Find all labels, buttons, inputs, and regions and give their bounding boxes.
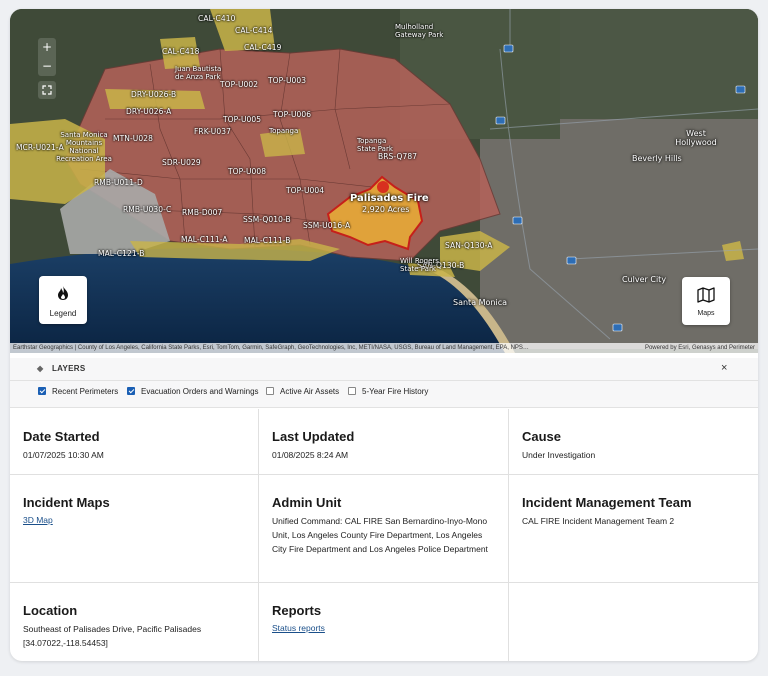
- detail-heading: Last Updated: [272, 429, 355, 444]
- zone-label: SAN-Q130-A: [445, 241, 493, 250]
- layers-header[interactable]: ◆ LAYERS: [37, 364, 86, 373]
- zone-label: MTN-U028: [113, 134, 153, 143]
- detail-heading: Incident Maps: [23, 495, 110, 510]
- fire-map[interactable]: CAL-C410 CAL-C414 CAL-C419 CAL-C418 DRY-…: [10, 9, 758, 353]
- checkbox[interactable]: [127, 387, 135, 395]
- detail-value: CAL FIRE Incident Management Team 2: [522, 516, 675, 526]
- detail-value: 01/07/2025 10:30 AM: [23, 450, 104, 460]
- fire-name-label[interactable]: Palisades Fire: [350, 193, 429, 204]
- maps-button[interactable]: Maps: [682, 277, 730, 325]
- zone-label: SSM-Q010-B: [243, 215, 291, 224]
- zone-label: MAL-C111-B: [244, 236, 291, 245]
- zone-label: MAL-C111-A: [181, 235, 228, 244]
- divider: [10, 380, 758, 381]
- zone-label: CAL-C410: [198, 14, 236, 23]
- expand-icon: [42, 85, 52, 95]
- zone-label: TOP-U002: [220, 80, 259, 89]
- detail-admin-unit: Admin Unit Unified Command: CAL FIRE San…: [259, 475, 509, 583]
- zone-label: BRS-Q787: [378, 152, 418, 161]
- zone-label: CAL-C414: [235, 26, 273, 35]
- detail-heading: Date Started: [23, 429, 100, 444]
- zone-label: RMB-U030-C: [123, 205, 172, 214]
- detail-date-started: Date Started 01/07/2025 10:30 AM: [10, 409, 259, 475]
- zone-label: TOP-U003: [268, 76, 307, 85]
- incident-card: CAL-C410 CAL-C414 CAL-C419 CAL-C418 DRY-…: [10, 9, 758, 661]
- zone-label: SDR-U029: [162, 158, 201, 167]
- zone-label: CAL-C419: [244, 43, 282, 52]
- 3d-map-link[interactable]: 3D Map: [23, 515, 53, 525]
- zone-label: TOP-U008: [228, 167, 267, 176]
- zoom-control: + −: [38, 38, 56, 76]
- place-label: Will Rogers State Park: [400, 257, 439, 273]
- place-label: Mulholland Gateway Park: [395, 23, 444, 39]
- place-label: Topanga State Park: [357, 137, 393, 153]
- city-label: West Hollywood: [675, 129, 717, 147]
- layer-option-fire-history[interactable]: 5-Year Fire History: [348, 387, 428, 396]
- detail-incident-maps: Incident Maps 3D Map: [10, 475, 259, 583]
- detail-value: Southeast of Palisades Drive, Pacific Pa…: [23, 624, 202, 648]
- fire-acres-label: 2,920 Acres: [362, 205, 410, 214]
- flame-icon: [58, 286, 68, 300]
- location-coordinates: [34.07022,-118.54453]: [23, 638, 108, 648]
- detail-empty: [509, 583, 758, 661]
- zone-label: CAL-C418: [162, 47, 200, 56]
- legend-button[interactable]: Legend: [39, 276, 87, 324]
- layer-option-recent-perimeters[interactable]: Recent Perimeters: [38, 387, 118, 396]
- zone-label: DRY-U026-A: [126, 107, 172, 116]
- city-label: Santa Monica: [453, 298, 508, 307]
- detail-heading: Incident Management Team: [522, 495, 692, 510]
- detail-reports: Reports Status reports: [259, 583, 509, 661]
- layers-title: LAYERS: [52, 364, 86, 373]
- zone-label: TOP-U004: [286, 186, 325, 195]
- map-attribution: Earthstar Geographics | County of Los An…: [10, 343, 758, 353]
- zoom-out-button[interactable]: −: [38, 57, 56, 76]
- layer-option-evacuation[interactable]: Evacuation Orders and Warnings: [127, 387, 259, 396]
- zone-label: MAL-C121-B: [98, 249, 145, 258]
- zone-label: DRY-U026-B: [131, 90, 177, 99]
- detail-value: Under Investigation: [522, 450, 596, 460]
- zone-label: TOP-U005: [223, 115, 262, 124]
- incident-details-grid: Date Started 01/07/2025 10:30 AM Last Up…: [10, 409, 758, 661]
- fullscreen-button[interactable]: [38, 81, 56, 99]
- status-reports-link[interactable]: Status reports: [272, 623, 325, 633]
- detail-heading: Cause: [522, 429, 562, 444]
- attribution-text: Earthstar Geographics | County of Los An…: [13, 345, 529, 351]
- detail-heading: Reports: [272, 603, 322, 618]
- place-label: Juan Bautista de Anza Park: [175, 65, 222, 81]
- map-icon: [697, 287, 715, 303]
- detail-heading: Location: [23, 603, 78, 618]
- detail-value: Unified Command: CAL FIRE San Bernardino…: [272, 516, 488, 554]
- checkbox[interactable]: [348, 387, 356, 395]
- city-label: Beverly Hills: [632, 154, 682, 163]
- close-icon[interactable]: ×: [721, 362, 727, 374]
- detail-value: 01/08/2025 8:24 AM: [272, 450, 349, 460]
- layer-option-air-assets[interactable]: Active Air Assets: [266, 387, 339, 396]
- layers-panel: ◆ LAYERS × Recent Perimeters Evacuation O…: [10, 358, 758, 408]
- attribution-powered-by[interactable]: Powered by Esri, Genasys and Perimeter: [645, 343, 755, 353]
- detail-heading: Admin Unit: [272, 495, 342, 510]
- city-label: Culver City: [622, 275, 667, 284]
- maps-label: Maps: [697, 310, 715, 317]
- checkbox[interactable]: [38, 387, 46, 395]
- place-label: Santa Monica Mountains National Recreati…: [56, 131, 112, 163]
- zone-label: FRK-U037: [194, 127, 231, 136]
- layers-icon: ◆: [37, 364, 44, 373]
- detail-last-updated: Last Updated 01/08/2025 8:24 AM: [259, 409, 509, 475]
- zone-label: RMB-D007: [182, 208, 223, 217]
- zone-label: RMB-U011-D: [94, 178, 143, 187]
- detail-incident-management-team: Incident Management Team CAL FIRE Incide…: [509, 475, 758, 583]
- place-label: Topanga: [269, 127, 299, 135]
- detail-cause: Cause Under Investigation: [509, 409, 758, 475]
- detail-location: Location Southeast of Palisades Drive, P…: [10, 583, 259, 661]
- zoom-in-button[interactable]: +: [38, 38, 56, 57]
- checkbox[interactable]: [266, 387, 274, 395]
- zone-label: SSM-U016-A: [303, 221, 351, 230]
- zone-label: TOP-U006: [273, 110, 312, 119]
- legend-label: Legend: [49, 309, 77, 318]
